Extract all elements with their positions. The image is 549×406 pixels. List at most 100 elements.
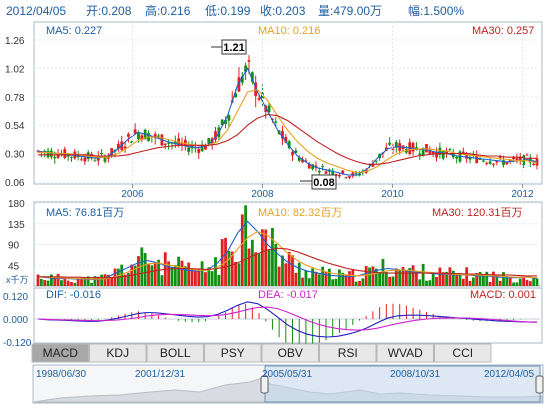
volume-bar: [361, 278, 365, 286]
volume-bar: [461, 278, 465, 286]
volume-bar: [321, 266, 325, 286]
volume-bar: [482, 276, 485, 286]
macd-y-tick: -0.120: [3, 338, 32, 349]
candle-body: [247, 60, 251, 62]
volume-bar: [384, 271, 388, 286]
volume-bar: [73, 282, 77, 286]
volume-bar: [36, 274, 40, 286]
volume-bar: [368, 267, 371, 286]
tab-psy[interactable]: PSY: [204, 343, 262, 363]
navigator-right-handle[interactable]: [535, 375, 544, 394]
candle-body: [100, 152, 104, 154]
tab-label: KDJ: [106, 346, 129, 360]
volume-bar: [150, 265, 154, 286]
volume-bar: [512, 282, 515, 286]
candle-body: [344, 177, 348, 179]
price-y-tick: 0.06: [5, 178, 25, 189]
volume-bar: [488, 281, 492, 286]
candle-body: [488, 161, 492, 164]
volume-bar: [240, 214, 244, 286]
stock-chart[interactable]: 2012/04/05 开:0.208 高:0.216 低:0.199 收:0.2…: [0, 0, 549, 406]
candle-body: [167, 142, 171, 144]
volume-bar: [234, 262, 237, 286]
volume-bar: [277, 266, 281, 286]
volume-bar: [358, 280, 361, 286]
quote-date: 2012/04/05: [6, 4, 66, 18]
tab-label: OBV: [278, 346, 303, 360]
volume-bar: [43, 280, 47, 286]
tab-boll[interactable]: BOLL: [146, 343, 204, 363]
volume-bar: [217, 274, 221, 286]
volume-bar: [63, 278, 67, 286]
indicator-tabs[interactable]: MACD KDJ BOLL PSY OBV RSI WVAD CCI: [31, 343, 492, 363]
volume-bar: [394, 268, 398, 286]
price-ma30-label: MA30: 0.257: [472, 25, 534, 37]
candle-body: [70, 156, 73, 158]
volume-bar: [324, 271, 328, 286]
macd-dif-label: DIF: -0.016: [46, 289, 101, 301]
quote-low: 低:0.199: [205, 4, 251, 18]
volume-bar: [502, 272, 505, 286]
volume-bar: [46, 280, 50, 286]
volume-bar: [49, 274, 53, 286]
volume-y-tick: 180: [8, 199, 25, 210]
volume-bar: [468, 280, 472, 286]
tab-kdj[interactable]: KDJ: [89, 343, 147, 363]
max-price-label: 1.21: [223, 42, 244, 54]
volume-bar: [110, 277, 114, 286]
volume-panel[interactable]: 180 135 90 45 MA5: 76.81百万 MA10: 82.32百万 MA…: [6, 199, 543, 287]
volume-bar: [214, 257, 217, 286]
volume-ma30-label: MA30: 120.31百万: [432, 207, 523, 219]
volume-bar: [327, 268, 331, 286]
tab-obv[interactable]: OBV: [261, 343, 319, 363]
volume-bar: [254, 252, 258, 286]
price-panel[interactable]: 1.26 1.02 0.78 0.54 0.30 0.06 MA5: 0.227 MA10…: [5, 21, 543, 190]
volume-bar: [220, 239, 224, 286]
volume-bar: [351, 269, 355, 286]
volume-bar: [250, 239, 254, 286]
volume-bar: [498, 280, 502, 286]
price-y-axis: 1.26 1.02 0.78 0.54 0.30 0.06: [5, 36, 25, 189]
price-y-tick: 0.54: [5, 121, 25, 132]
navigator-date-label: 2008/10/31: [390, 369, 440, 380]
volume-bar: [428, 280, 432, 286]
volume-bar: [204, 272, 207, 286]
quote-header: 2012/04/05 开:0.208 高:0.216 低:0.199 收:0.2…: [6, 3, 464, 18]
candle-body: [53, 156, 57, 159]
navigator-date-label: 2012/04/05: [484, 369, 534, 380]
tab-cci[interactable]: CCI: [434, 343, 492, 363]
tab-label: RSI: [338, 346, 358, 360]
candle-body: [485, 162, 489, 164]
volume-bar: [39, 278, 43, 286]
candle-body: [163, 143, 167, 146]
tab-rsi[interactable]: RSI: [319, 343, 377, 363]
volume-bar: [492, 271, 495, 286]
candle-body: [425, 144, 428, 153]
volume-bar: [264, 229, 268, 286]
volume-bar: [244, 205, 248, 286]
quote-volume: 量:479.00万: [318, 4, 382, 18]
volume-bar: [247, 248, 251, 286]
volume-bar: [435, 276, 438, 286]
volume-bar: [297, 262, 301, 286]
volume-bar: [371, 266, 375, 286]
volume-bar: [160, 275, 164, 286]
volume-bar: [311, 268, 315, 286]
range-navigator[interactable]: 1998/06/30 2001/12/31 2005/05/31 2008/10/31…: [32, 364, 544, 404]
macd-dea-label: DEA: -0.017: [258, 289, 318, 301]
tab-label: MACD: [43, 346, 79, 360]
volume-bar: [448, 267, 452, 286]
navigator-date-label: 1998/06/30: [36, 369, 86, 380]
candle-body: [197, 149, 201, 153]
candle-body: [391, 148, 395, 150]
volume-bar: [187, 262, 191, 286]
candle-body: [127, 133, 130, 137]
macd-y-tick: 0.120: [3, 292, 28, 303]
macd-panel[interactable]: 0.120 0.000 -0.120 DIF: -0.016 DEA: -0.017…: [3, 287, 543, 349]
price-y-tick: 0.30: [5, 150, 25, 161]
volume-bar: [348, 271, 351, 286]
quote-amplitude: 幅:1.500%: [408, 3, 464, 18]
tab-wvad[interactable]: WVAD: [376, 343, 434, 363]
tab-macd[interactable]: MACD: [31, 343, 89, 363]
volume-bar: [103, 274, 107, 286]
